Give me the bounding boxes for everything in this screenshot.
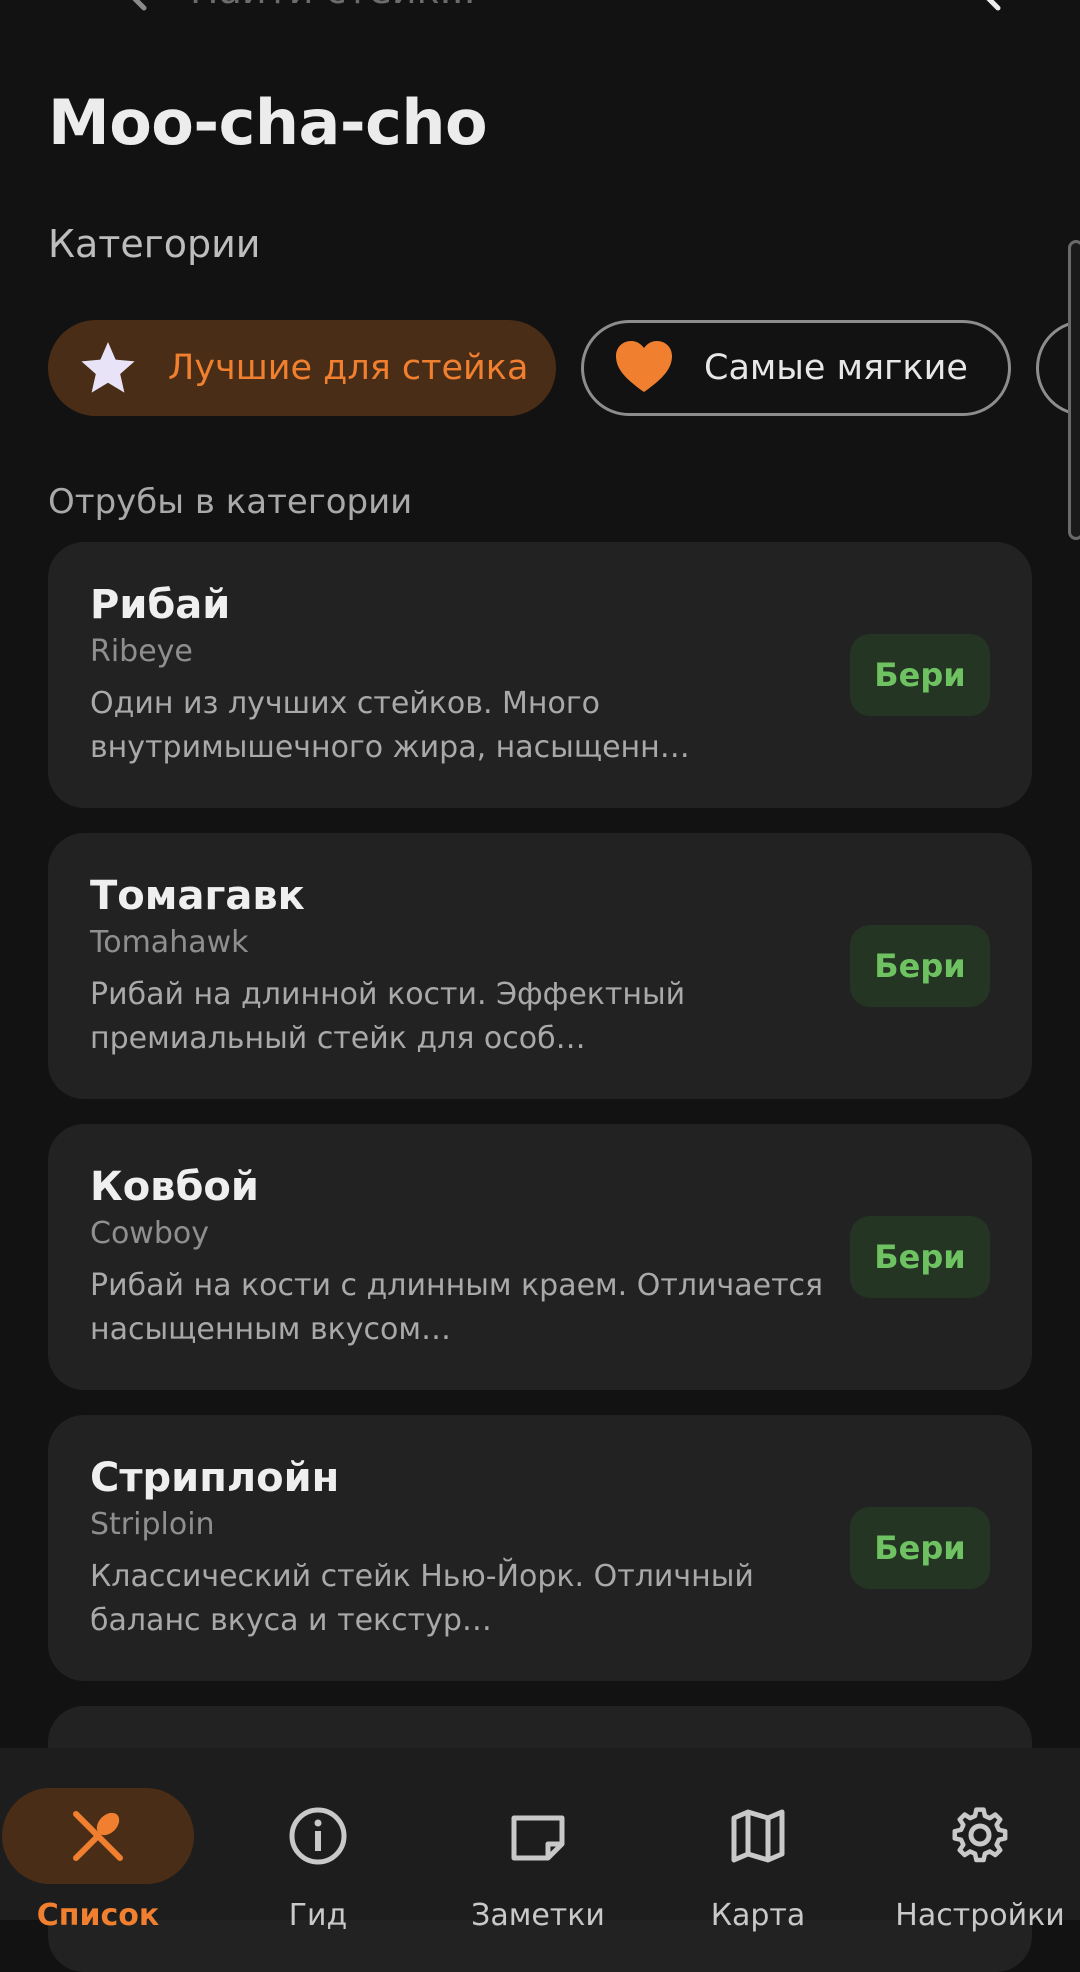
cut-name: Ковбой [90,1164,259,1210]
fork-knife-icon [73,1811,123,1861]
chip-label: Лучшие для стейка [168,348,529,388]
cut-card-ribeye[interactable]: Рибай Ribeye Один из лучших стейков. Мно… [48,542,1032,808]
take-button[interactable]: Бери [850,925,990,1007]
cut-card-striploin[interactable]: Стриплойн Striploin Классический стейк Н… [48,1415,1032,1681]
page-title: Moo-cha-cho [48,86,488,159]
cut-description: Классический стейк Нью-Йорк. Отличный ба… [90,1559,754,1638]
cut-latin-name: Ribeye [90,634,193,669]
cut-description: Рибай на длинной кости. Эффектный премиа… [90,977,686,1056]
search-bar[interactable]: Найти стейк... [0,0,1080,16]
nav-item-map[interactable]: Карта [650,1748,866,1933]
cut-name: Томагавк [90,873,305,919]
nav-label: Карта [710,1898,806,1933]
nav-item-guide[interactable]: Гид [210,1748,426,1933]
cut-latin-name: Tomahawk [90,925,249,960]
cut-name: Стриплойн [90,1455,340,1501]
nav-item-settings[interactable]: Настройки [872,1748,1080,1933]
nav-label: Список [36,1898,160,1933]
category-chips: Лучшие для стейка Самые мягкие [48,320,1080,416]
nav-label: Настройки [895,1898,1065,1933]
take-button[interactable]: Бери [850,1507,990,1589]
cut-card-cowboy[interactable]: Ковбой Cowboy Рибай на кости с длинным к… [48,1124,1032,1390]
chip-softest[interactable]: Самые мягкие [581,320,1011,416]
scrollbar[interactable] [1068,240,1080,540]
cut-latin-name: Striploin [90,1507,215,1542]
heart-icon [616,341,672,392]
categories-heading: Категории [48,222,261,266]
take-button[interactable]: Бери [850,1216,990,1298]
bottom-navigation: Список Гид Заметки Карта Настройки [0,1748,1080,1933]
map-icon [731,1809,785,1863]
nav-item-notes[interactable]: Заметки [430,1748,646,1933]
nav-label: Гид [288,1898,348,1933]
cut-latin-name: Cowboy [90,1216,209,1251]
cuts-heading: Отрубы в категории [48,482,413,522]
note-icon [511,1815,565,1861]
nav-item-list[interactable]: Список [0,1748,216,1933]
search-input[interactable]: Найти стейк... [190,0,476,12]
take-button[interactable]: Бери [850,634,990,716]
cut-name: Рибай [90,582,231,628]
star-icon [81,342,135,393]
cut-description: Рибай на кости с длинным краем. Отличает… [90,1268,824,1347]
info-icon [289,1807,347,1865]
gear-icon [952,1807,1008,1863]
nav-label: Заметки [471,1898,605,1933]
cut-description: Один из лучших стейков. Много внутримыше… [90,686,690,765]
search-icon[interactable] [950,0,1006,16]
chip-label: Самые мягкие [704,348,968,388]
chip-best-for-steak[interactable]: Лучшие для стейка [48,320,556,416]
search-icon [132,0,147,11]
cut-card-tomahawk[interactable]: Томагавк Tomahawk Рибай на длинной кости… [48,833,1032,1099]
